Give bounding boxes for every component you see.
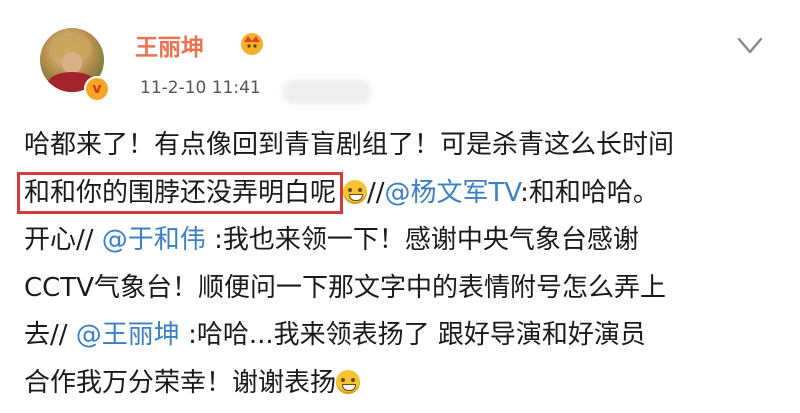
post-line: 哈都来了！有点像回到青盲剧组了！可是杀青这么长时间 [24, 122, 794, 170]
avatar-face [62, 52, 82, 74]
post-line: CCTV气象台！顺便问一下那文字中的表情附号怎么弄上 [24, 265, 794, 313]
post-text: 哈都来了！有点像回到青盲剧组了！可是杀青这么长时间 [24, 130, 675, 160]
username[interactable]: 王丽坤 [135, 28, 204, 62]
post-text: :哈哈...我来领表扬了 跟好导演和好演员 [179, 320, 646, 350]
mention-link[interactable]: @杨文军TV [385, 178, 521, 208]
mention-link[interactable]: @于和伟 [102, 225, 206, 255]
post-time[interactable]: 11-2-10 11:41 [140, 78, 261, 98]
post-text: // [367, 177, 385, 208]
member-crown-icon [241, 33, 263, 55]
post-text: 合作我万分荣幸！谢谢表扬 [24, 367, 337, 398]
highlight-box: 和和你的围脖还没弄明白呢 [17, 171, 344, 214]
blurred-watermark [282, 80, 372, 104]
post-text: CCTV气象台！顺便问一下那文字中的表情附号怎么弄上 [24, 272, 666, 303]
post-text: :和和哈哈。 [520, 177, 659, 208]
post-text: 去// [24, 320, 76, 350]
chevron-down-icon[interactable] [736, 36, 764, 56]
mention-link[interactable]: @王丽坤 [76, 320, 180, 350]
post-line: 合作我万分荣幸！谢谢表扬 [24, 360, 794, 408]
post-body: 哈都来了！有点像回到青盲剧组了！可是杀青这么长时间 和和你的围脖还没弄明白呢 /… [17, 122, 794, 408]
post-text: 和和你的围脖还没弄明白呢 [24, 177, 337, 208]
grin-emoji-icon [336, 369, 361, 394]
thinking-emoji-icon [343, 179, 368, 204]
post-line: 和和你的围脖还没弄明白呢 //@杨文军TV:和和哈哈。 [17, 170, 794, 218]
post-text: :我也来领一下！感谢中央气象台感谢 [205, 225, 639, 255]
verified-badge-icon: v [84, 76, 110, 102]
post-line: 去// @王丽坤 :哈哈...我来领表扬了 跟好导演和好演员 [24, 312, 794, 360]
post-text: 开心// [24, 225, 102, 255]
post-line: 开心// @于和伟 :我也来领一下！感谢中央气象台感谢 [24, 217, 794, 265]
